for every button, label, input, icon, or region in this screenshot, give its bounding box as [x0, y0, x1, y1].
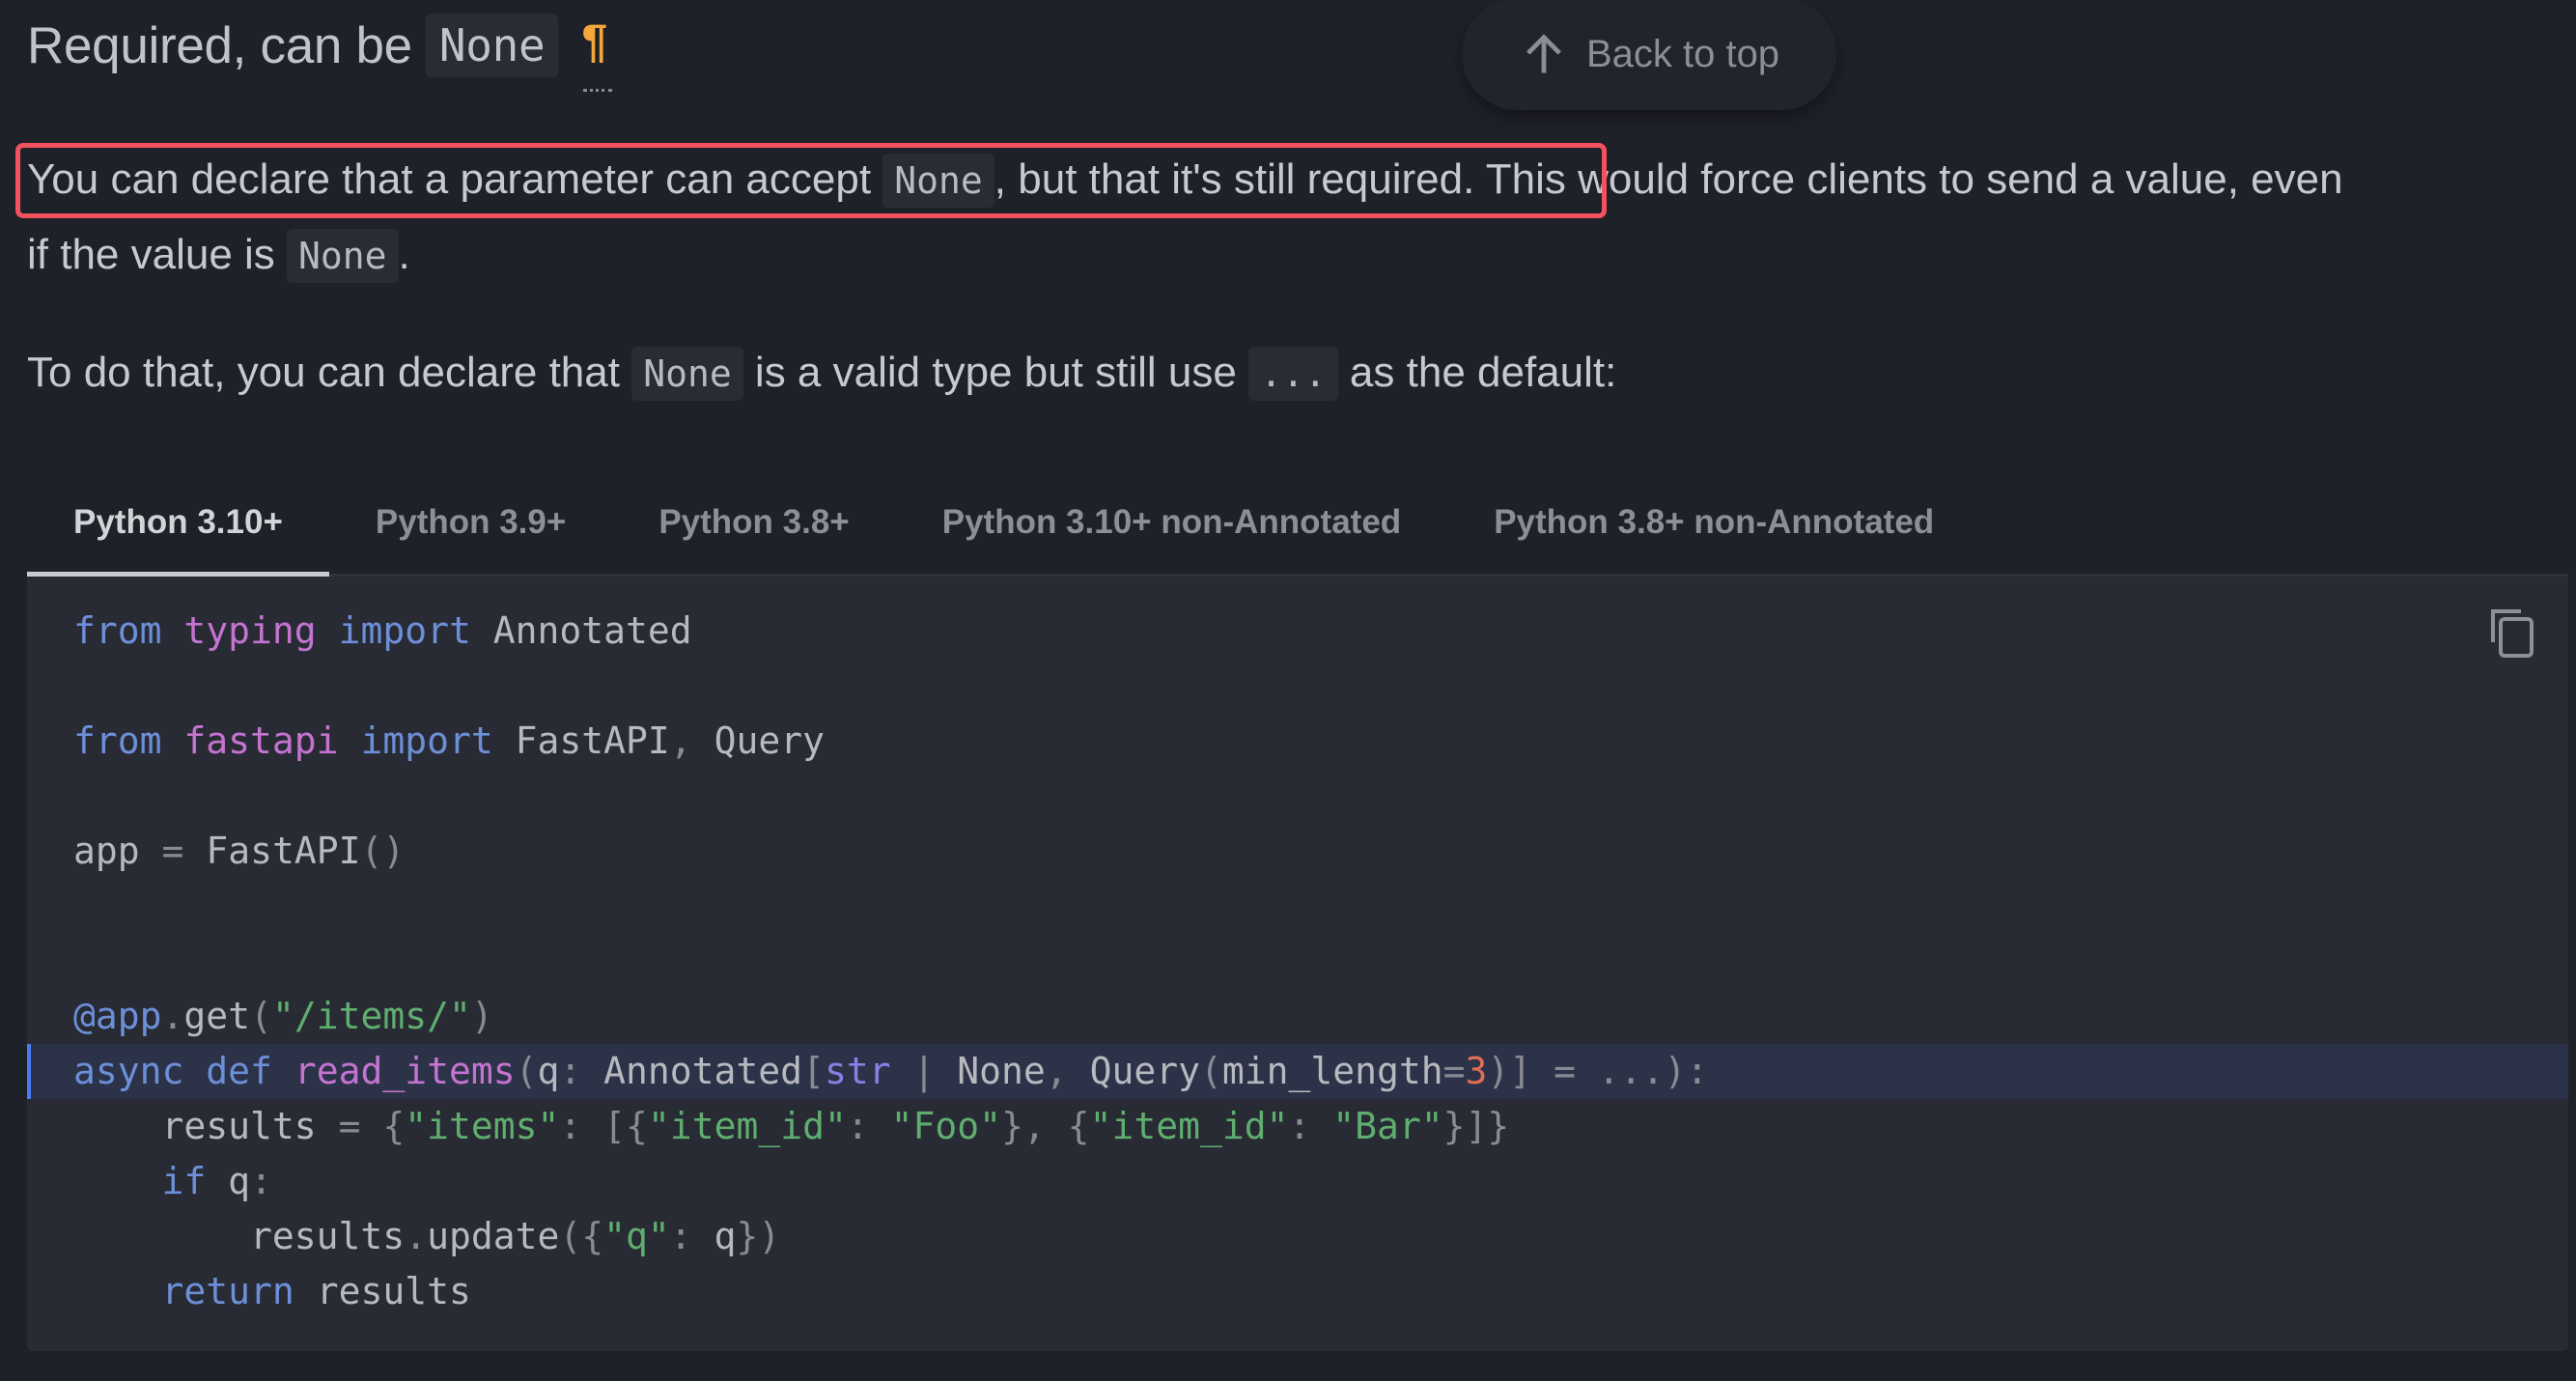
heading-permalink[interactable]: ¶	[581, 15, 613, 92]
paragraph-text: To do that, you can declare that	[27, 349, 632, 396]
code-lines: from typing import Annotated from fastap…	[27, 604, 2568, 1319]
code-line: from typing import Annotated	[73, 609, 692, 652]
heading-text: Required, can be	[27, 16, 412, 74]
tab-python-3-8-non-annotated[interactable]: Python 3.8+ non-Annotated	[1447, 471, 1980, 574]
paragraph-required-none-continued: if the value is None.	[27, 218, 410, 293]
paragraph-text: is a valid type but still use	[742, 349, 1249, 396]
code-line: return results	[161, 1270, 471, 1312]
inline-code-none: None	[882, 154, 994, 208]
code-block: from typing import Annotated from fastap…	[27, 577, 2568, 1351]
paragraph-required-none: You can declare that a parameter can acc…	[27, 143, 2343, 217]
paragraph-text: , but that it's still required.	[994, 155, 1475, 203]
paragraph-text: This would force clients to send a value…	[1474, 155, 2343, 203]
tab-python-3-9[interactable]: Python 3.9+	[329, 471, 612, 574]
paragraph-text: if the value is	[27, 231, 288, 278]
arrow-up-icon	[1526, 34, 1561, 73]
code-line: if q:	[161, 1160, 272, 1202]
code-line-highlighted: async def read_items(q: Annotated[str | …	[27, 1044, 2568, 1099]
inline-code-ellipsis: ...	[1248, 347, 1338, 401]
back-to-top-button[interactable]: Back to top	[1462, 0, 1836, 110]
heading-inline-code: None	[425, 14, 559, 77]
tab-python-3-8[interactable]: Python 3.8+	[612, 471, 895, 574]
tab-python-3-10[interactable]: Python 3.10+	[27, 471, 329, 577]
paragraph-text: You can declare that a parameter can acc…	[27, 155, 883, 203]
code-line: app = FastAPI()	[73, 830, 406, 872]
section-heading: Required, can be None ¶	[27, 14, 613, 92]
paragraph-text: as the default:	[1337, 349, 1617, 396]
docs-page: Required, can be None ¶ Back to top You …	[0, 0, 2576, 1381]
paragraph-how-to: To do that, you can declare that None is…	[27, 336, 1616, 410]
code-line: @app.get("/items/")	[73, 995, 493, 1037]
tab-python-3-10-non-annotated[interactable]: Python 3.10+ non-Annotated	[896, 471, 1447, 574]
code-line: from fastapi import FastAPI, Query	[73, 719, 825, 762]
code-line: results.update({"q": q})	[250, 1215, 781, 1257]
back-to-top-label: Back to top	[1585, 32, 1780, 75]
python-version-tabs: Python 3.10+ Python 3.9+ Python 3.8+ Pyt…	[27, 471, 2568, 577]
inline-code-none: None	[631, 347, 743, 401]
inline-code-none: None	[287, 229, 399, 283]
code-line: results = {"items": [{"item_id": "Foo"},…	[161, 1105, 1510, 1147]
paragraph-text: .	[398, 231, 410, 278]
